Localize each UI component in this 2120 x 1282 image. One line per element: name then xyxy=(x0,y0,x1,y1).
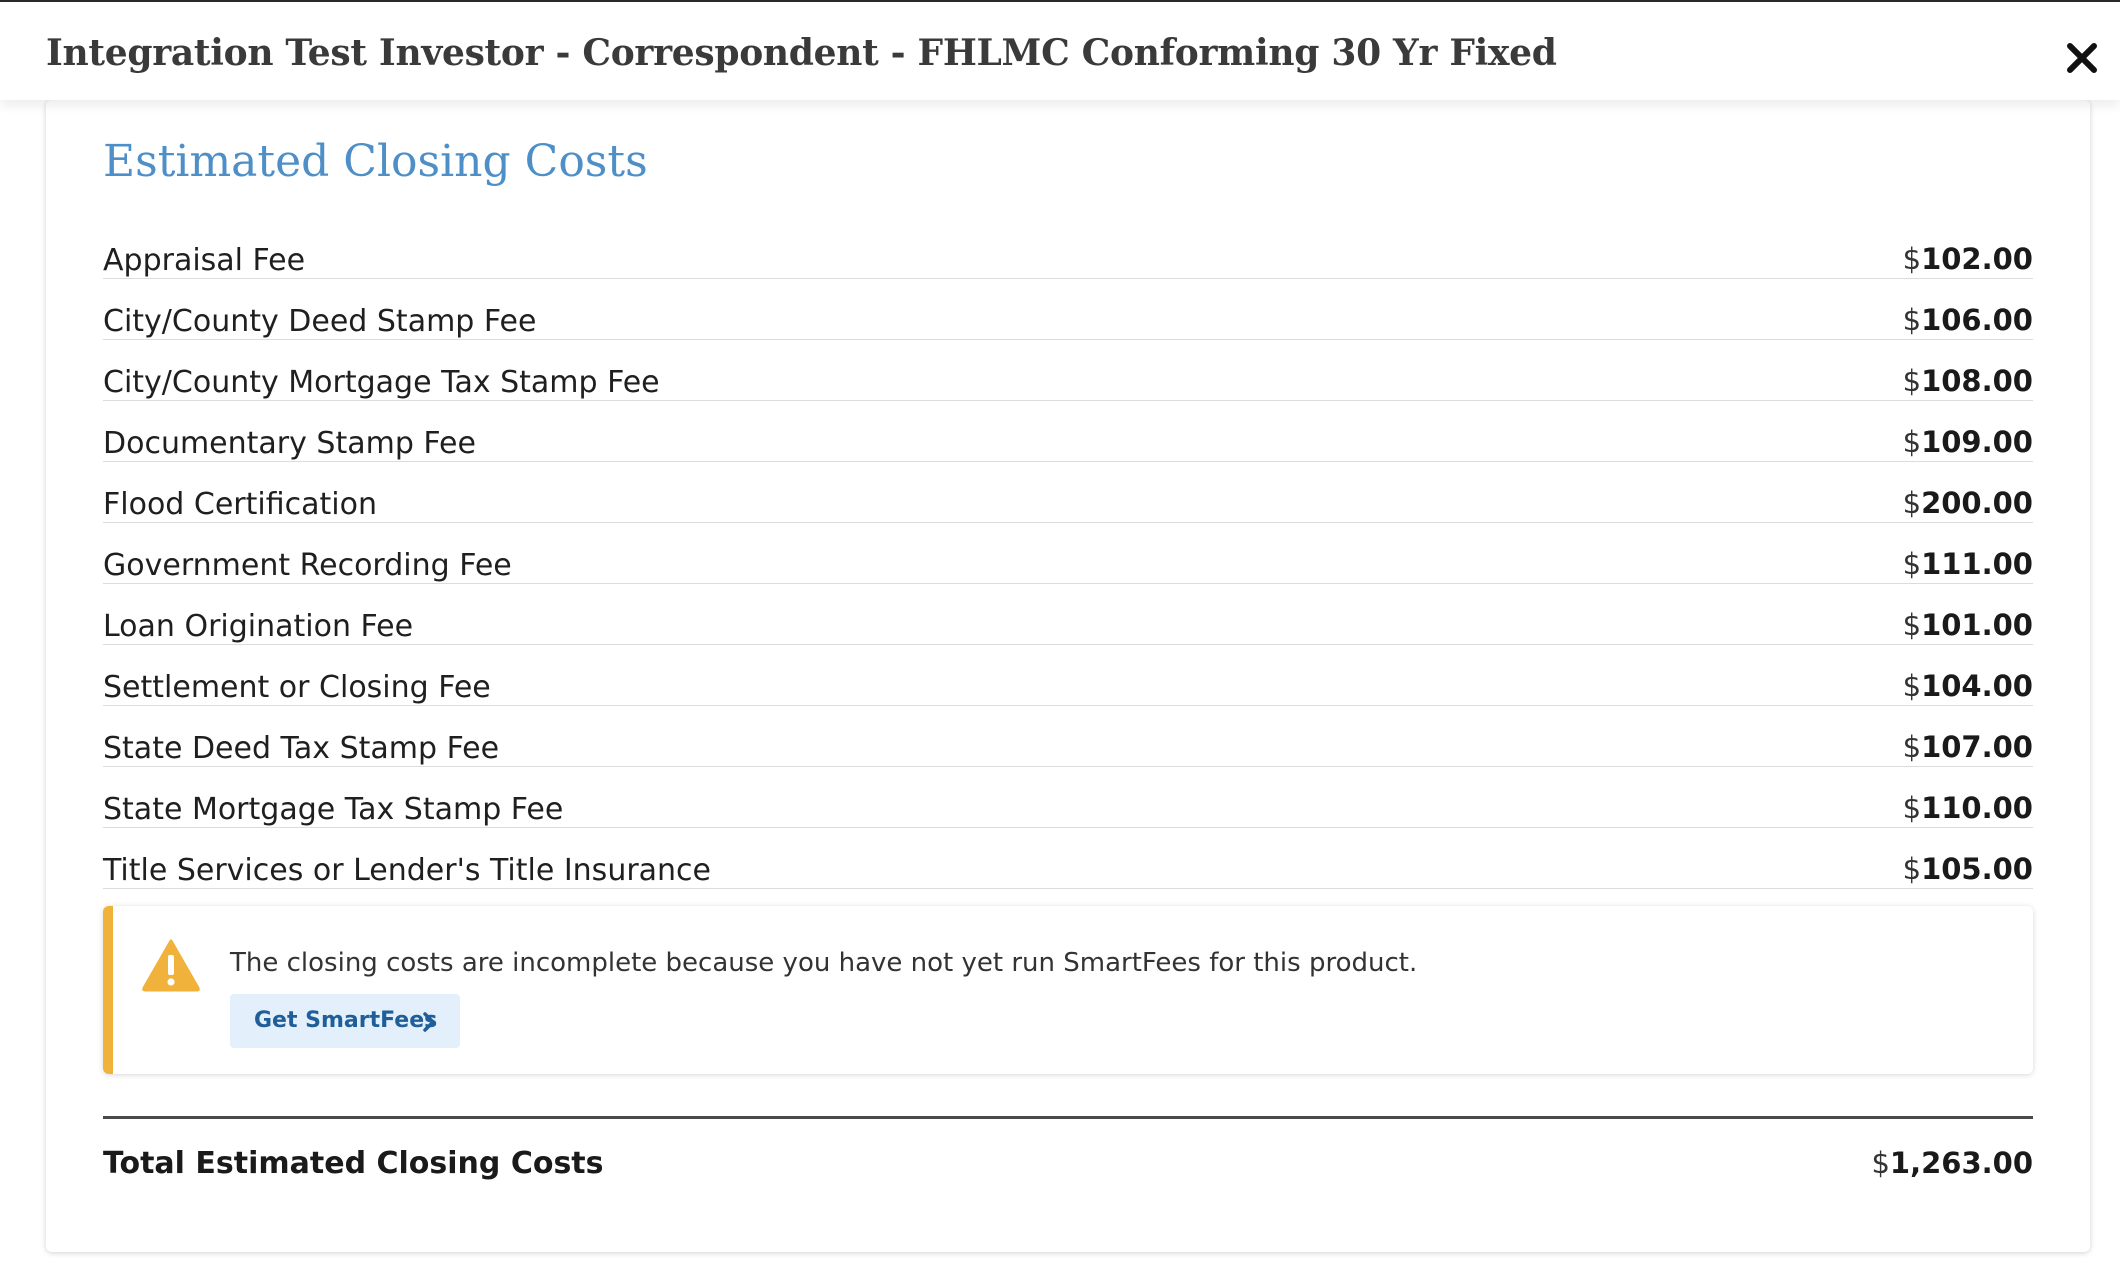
fee-row: Loan Origination Fee $101.00 xyxy=(103,584,2033,645)
fee-amount-value: 108.00 xyxy=(1921,364,2033,398)
chevron-right-icon xyxy=(423,1012,435,1032)
fee-amount-value: 105.00 xyxy=(1921,852,2033,886)
currency-symbol: $ xyxy=(1902,242,1922,276)
close-button[interactable] xyxy=(2064,40,2100,76)
fee-label: Flood Certification xyxy=(103,487,377,522)
currency-symbol: $ xyxy=(1871,1146,1890,1180)
closing-costs-panel: Estimated Closing Costs Appraisal Fee $1… xyxy=(46,100,2090,1252)
fee-list: Appraisal Fee $102.00 City/County Deed S… xyxy=(103,218,2033,889)
fee-amount: $110.00 xyxy=(1903,791,2033,825)
section-title: Estimated Closing Costs xyxy=(103,136,648,187)
fee-amount: $102.00 xyxy=(1903,242,2033,276)
currency-symbol: $ xyxy=(1902,608,1922,642)
fee-label: Title Services or Lender's Title Insuran… xyxy=(103,853,712,888)
fee-amount: $104.00 xyxy=(1903,669,2033,703)
currency-symbol: $ xyxy=(1902,547,1922,581)
fee-amount-value: 111.00 xyxy=(1921,547,2033,581)
fee-amount-value: 104.00 xyxy=(1921,669,2033,703)
fee-label: Documentary Stamp Fee xyxy=(103,426,476,461)
fee-amount: $107.00 xyxy=(1903,730,2033,764)
modal-header: Integration Test Investor - Corresponden… xyxy=(0,2,2120,100)
fee-amount: $109.00 xyxy=(1903,425,2033,459)
fee-label: Settlement or Closing Fee xyxy=(103,670,491,705)
fee-amount-value: 110.00 xyxy=(1921,791,2033,825)
currency-symbol: $ xyxy=(1902,791,1922,825)
fee-amount-value: 200.00 xyxy=(1921,486,2033,520)
currency-symbol: $ xyxy=(1902,669,1922,703)
currency-symbol: $ xyxy=(1902,730,1922,764)
alert-message: The closing costs are incomplete because… xyxy=(230,948,1418,978)
fee-amount-value: 106.00 xyxy=(1921,303,2033,337)
fee-label: City/County Deed Stamp Fee xyxy=(103,304,537,339)
currency-symbol: $ xyxy=(1902,486,1922,520)
fee-label: State Mortgage Tax Stamp Fee xyxy=(103,792,564,827)
currency-symbol: $ xyxy=(1902,852,1922,886)
fee-amount: $200.00 xyxy=(1903,486,2033,520)
fee-amount: $106.00 xyxy=(1903,303,2033,337)
fee-row: City/County Deed Stamp Fee $106.00 xyxy=(103,279,2033,340)
fee-amount-value: 101.00 xyxy=(1921,608,2033,642)
get-smartfees-button[interactable]: Get SmartFees xyxy=(230,994,460,1048)
fee-amount: $111.00 xyxy=(1903,547,2033,581)
close-icon xyxy=(2067,43,2097,73)
currency-symbol: $ xyxy=(1902,364,1922,398)
currency-symbol: $ xyxy=(1902,425,1922,459)
get-smartfees-label: Get SmartFees xyxy=(254,1008,438,1033)
fee-amount-value: 107.00 xyxy=(1921,730,2033,764)
fee-row: State Mortgage Tax Stamp Fee $110.00 xyxy=(103,767,2033,828)
fee-amount-value: 102.00 xyxy=(1921,242,2033,276)
fee-row: State Deed Tax Stamp Fee $107.00 xyxy=(103,706,2033,767)
total-amount-value: 1,263.00 xyxy=(1889,1146,2033,1180)
fee-row: Appraisal Fee $102.00 xyxy=(103,218,2033,279)
fee-row: Flood Certification $200.00 xyxy=(103,462,2033,523)
fee-row: Documentary Stamp Fee $109.00 xyxy=(103,401,2033,462)
fee-row: City/County Mortgage Tax Stamp Fee $108.… xyxy=(103,340,2033,401)
fee-label: Loan Origination Fee xyxy=(103,609,414,644)
total-label: Total Estimated Closing Costs xyxy=(103,1146,604,1181)
smartfees-warning-alert: The closing costs are incomplete because… xyxy=(103,906,2033,1074)
fee-amount-value: 109.00 xyxy=(1921,425,2033,459)
warning-icon xyxy=(142,939,200,992)
modal-title: Integration Test Investor - Corresponden… xyxy=(46,32,1557,74)
fee-label: State Deed Tax Stamp Fee xyxy=(103,731,500,766)
currency-symbol: $ xyxy=(1902,303,1922,337)
fee-row: Government Recording Fee $111.00 xyxy=(103,523,2033,584)
fee-amount: $105.00 xyxy=(1903,852,2033,886)
fee-label: City/County Mortgage Tax Stamp Fee xyxy=(103,365,660,400)
fee-amount: $101.00 xyxy=(1903,608,2033,642)
fee-row: Title Services or Lender's Title Insuran… xyxy=(103,828,2033,889)
fee-label: Appraisal Fee xyxy=(103,243,306,278)
fee-label: Government Recording Fee xyxy=(103,548,512,583)
fee-amount: $108.00 xyxy=(1903,364,2033,398)
total-amount: $1,263.00 xyxy=(1871,1146,2033,1180)
total-divider xyxy=(103,1116,2033,1119)
fee-row: Settlement or Closing Fee $104.00 xyxy=(103,645,2033,706)
